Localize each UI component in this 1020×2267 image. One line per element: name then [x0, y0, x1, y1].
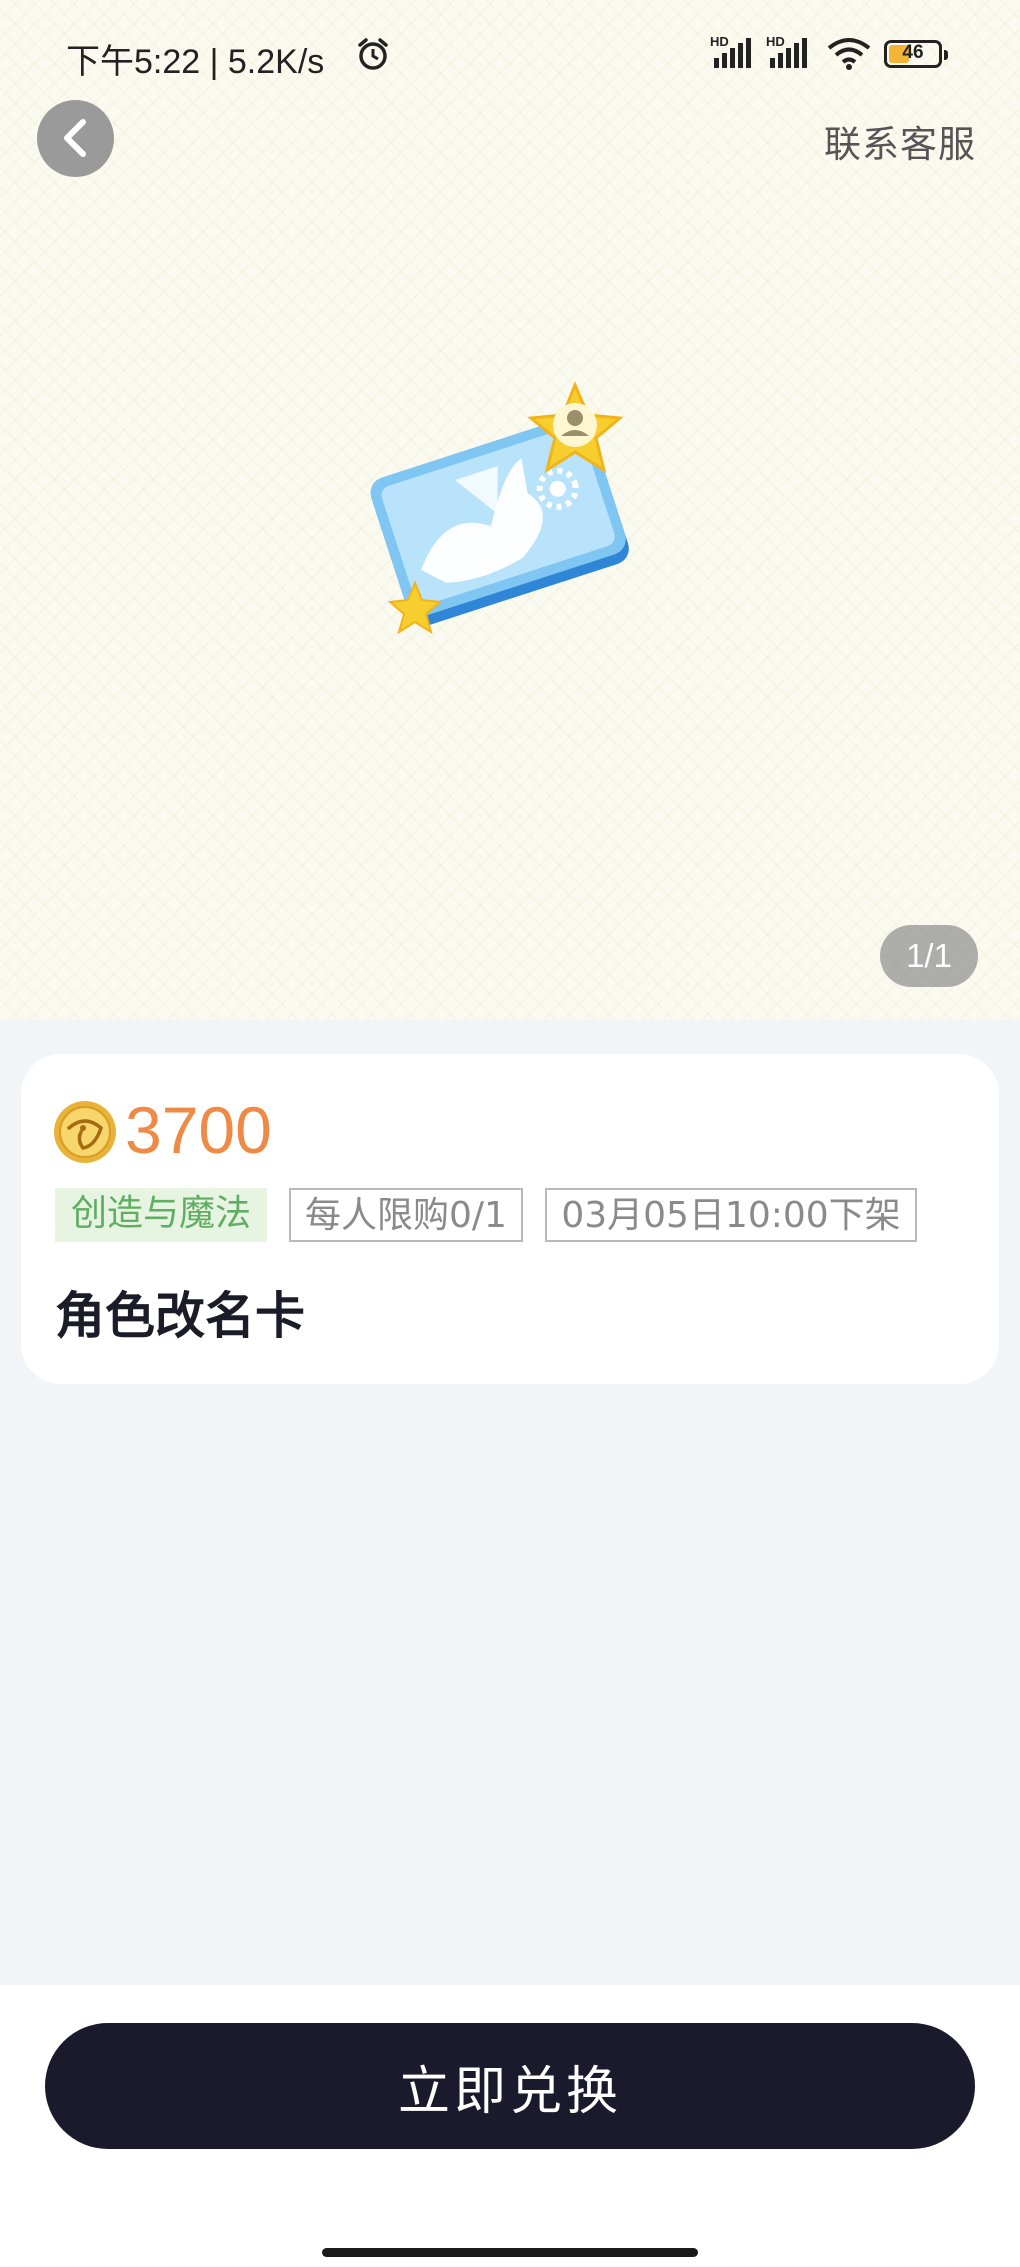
category-tag[interactable]: 创造与魔法 [55, 1188, 267, 1242]
rename-card-image [370, 381, 629, 635]
image-pager: 1/1 [880, 925, 978, 987]
bottom-action-bar: 立即兑换 [0, 1985, 1020, 2267]
wifi-icon [827, 38, 871, 70]
status-time: 下午5:22 | 5.2K/s [66, 43, 325, 81]
status-bar: 下午5:22 | 5.2K/s HD HD 46 [0, 0, 1020, 110]
contact-service-link[interactable]: 联系客服 [824, 114, 976, 168]
purchase-limit-tag: 每人限购0/1 [289, 1188, 523, 1242]
battery-nub [944, 50, 948, 60]
battery-level: 46 [902, 42, 924, 63]
signal-icon-1: HD [710, 34, 758, 74]
price-value: 3700 [125, 1093, 272, 1167]
redeem-button[interactable]: 立即兑换 [45, 2023, 975, 2149]
back-button[interactable] [37, 100, 114, 177]
product-info-card: 3700 创造与魔法 每人限购0/1 03月05日10:00下架 角色改名卡 [21, 1054, 999, 1384]
offline-time-tag: 03月05日10:00下架 [545, 1188, 917, 1242]
coin-icon [54, 1101, 116, 1163]
product-name: 角色改名卡 [55, 1287, 305, 1345]
home-indicator[interactable] [322, 2248, 698, 2257]
battery-icon: 46 [884, 40, 948, 68]
chevron-left-icon [64, 119, 86, 157]
signal-icon-2: HD [766, 34, 814, 74]
alarm-icon [358, 38, 388, 70]
